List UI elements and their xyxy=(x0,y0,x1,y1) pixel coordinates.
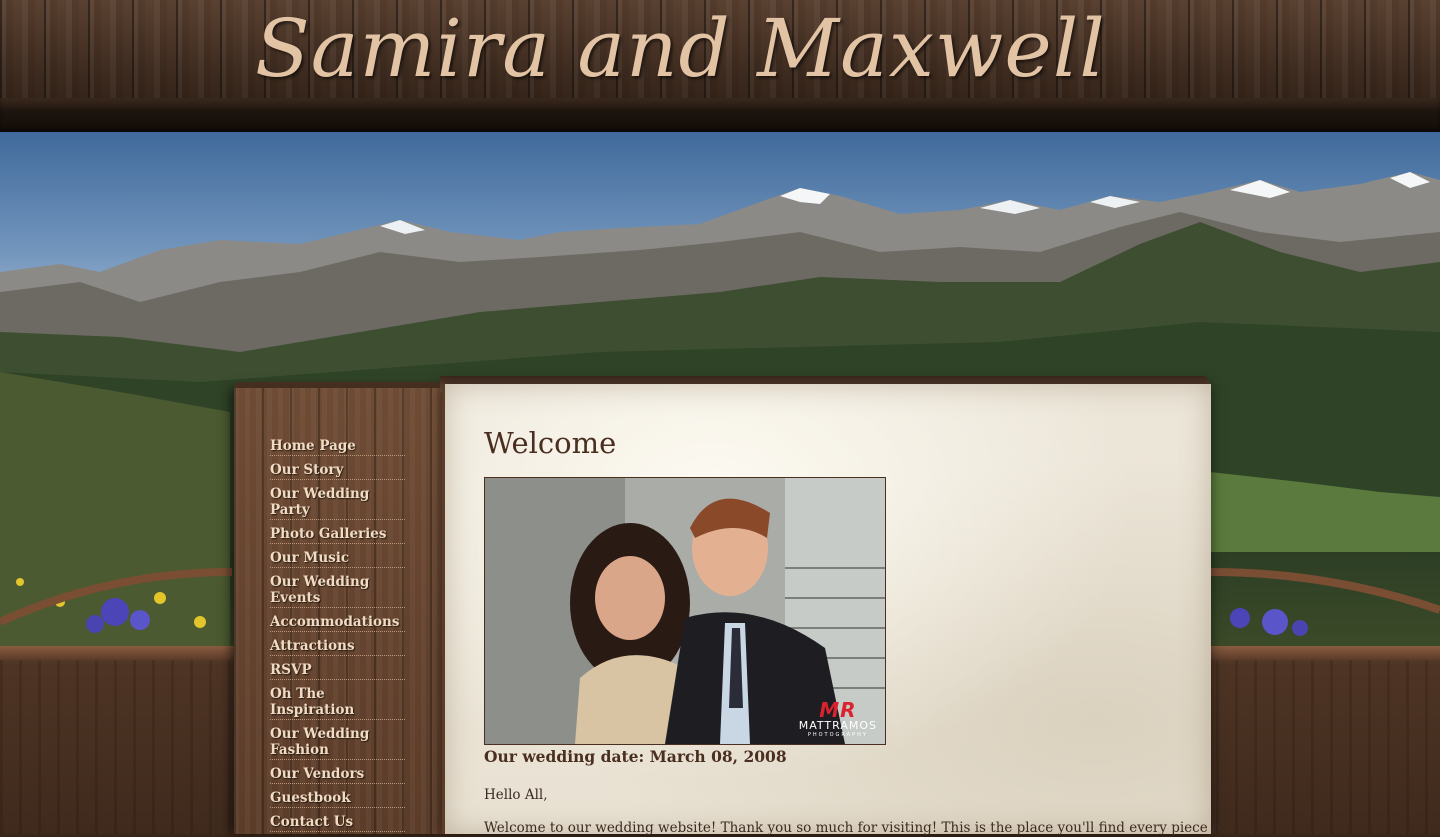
nav-item-wedding-fashion: Our Wedding Fashion xyxy=(270,725,405,760)
nav-link-attractions[interactable]: Attractions xyxy=(270,638,405,654)
nav-link-photo-galleries[interactable]: Photo Galleries xyxy=(270,526,405,542)
photo-credit: MR MATTRAMOS PHOTOGRAPHY xyxy=(798,698,877,738)
nav-link-wedding-events[interactable]: Our Wedding Events xyxy=(270,574,405,606)
nav-item-photo-galleries: Photo Galleries xyxy=(270,525,405,544)
main-nav: Home Page Our Story Our Wedding Party Ph… xyxy=(270,437,405,837)
photo-credit-sub: PHOTOGRAPHY xyxy=(807,732,868,738)
nav-item-music: Our Music xyxy=(270,549,405,568)
nav-item-home: Home Page xyxy=(270,437,405,456)
couple-photo: MR MATTRAMOS PHOTOGRAPHY xyxy=(484,477,886,745)
nav-item-inspiration: Oh The Inspiration xyxy=(270,685,405,720)
nav-link-vendors[interactable]: Our Vendors xyxy=(270,766,405,782)
site-header: Samira and Maxwell xyxy=(0,0,1440,132)
mattramos-logo: MR xyxy=(819,698,857,722)
nav-link-accommodations[interactable]: Accommodations xyxy=(270,614,405,630)
nav-item-rsvp: RSVP xyxy=(270,661,405,680)
nav-item-wedding-events: Our Wedding Events xyxy=(270,573,405,608)
wedding-date: Our wedding date: March 08, 2008 xyxy=(484,747,787,766)
nav-link-wedding-fashion[interactable]: Our Wedding Fashion xyxy=(270,726,405,758)
greeting-text: Hello All, xyxy=(484,787,548,803)
nav-link-inspiration[interactable]: Oh The Inspiration xyxy=(270,686,405,718)
nav-item-vendors: Our Vendors xyxy=(270,765,405,784)
header-band xyxy=(0,98,1440,132)
nav-item-attractions: Attractions xyxy=(270,637,405,656)
nav-link-music[interactable]: Our Music xyxy=(270,550,405,566)
nav-item-story: Our Story xyxy=(270,461,405,480)
site-title[interactable]: Samira and Maxwell xyxy=(255,2,1106,95)
nav-item-wedding-party: Our Wedding Party xyxy=(270,485,405,520)
page-title: Welcome xyxy=(484,426,617,460)
nav-link-contact[interactable]: Contact Us xyxy=(270,814,405,830)
nav-link-home[interactable]: Home Page xyxy=(270,438,405,454)
nav-link-wedding-party[interactable]: Our Wedding Party xyxy=(270,486,405,518)
nav-item-accommodations: Accommodations xyxy=(270,613,405,632)
nav-item-contact: Contact Us xyxy=(270,813,405,832)
nav-link-rsvp[interactable]: RSVP xyxy=(270,662,405,678)
nav-item-guestbook: Guestbook xyxy=(270,789,405,808)
nav-link-guestbook[interactable]: Guestbook xyxy=(270,790,405,806)
nav-link-story[interactable]: Our Story xyxy=(270,462,405,478)
photo-credit-name: MATTRAMOS xyxy=(798,719,877,732)
